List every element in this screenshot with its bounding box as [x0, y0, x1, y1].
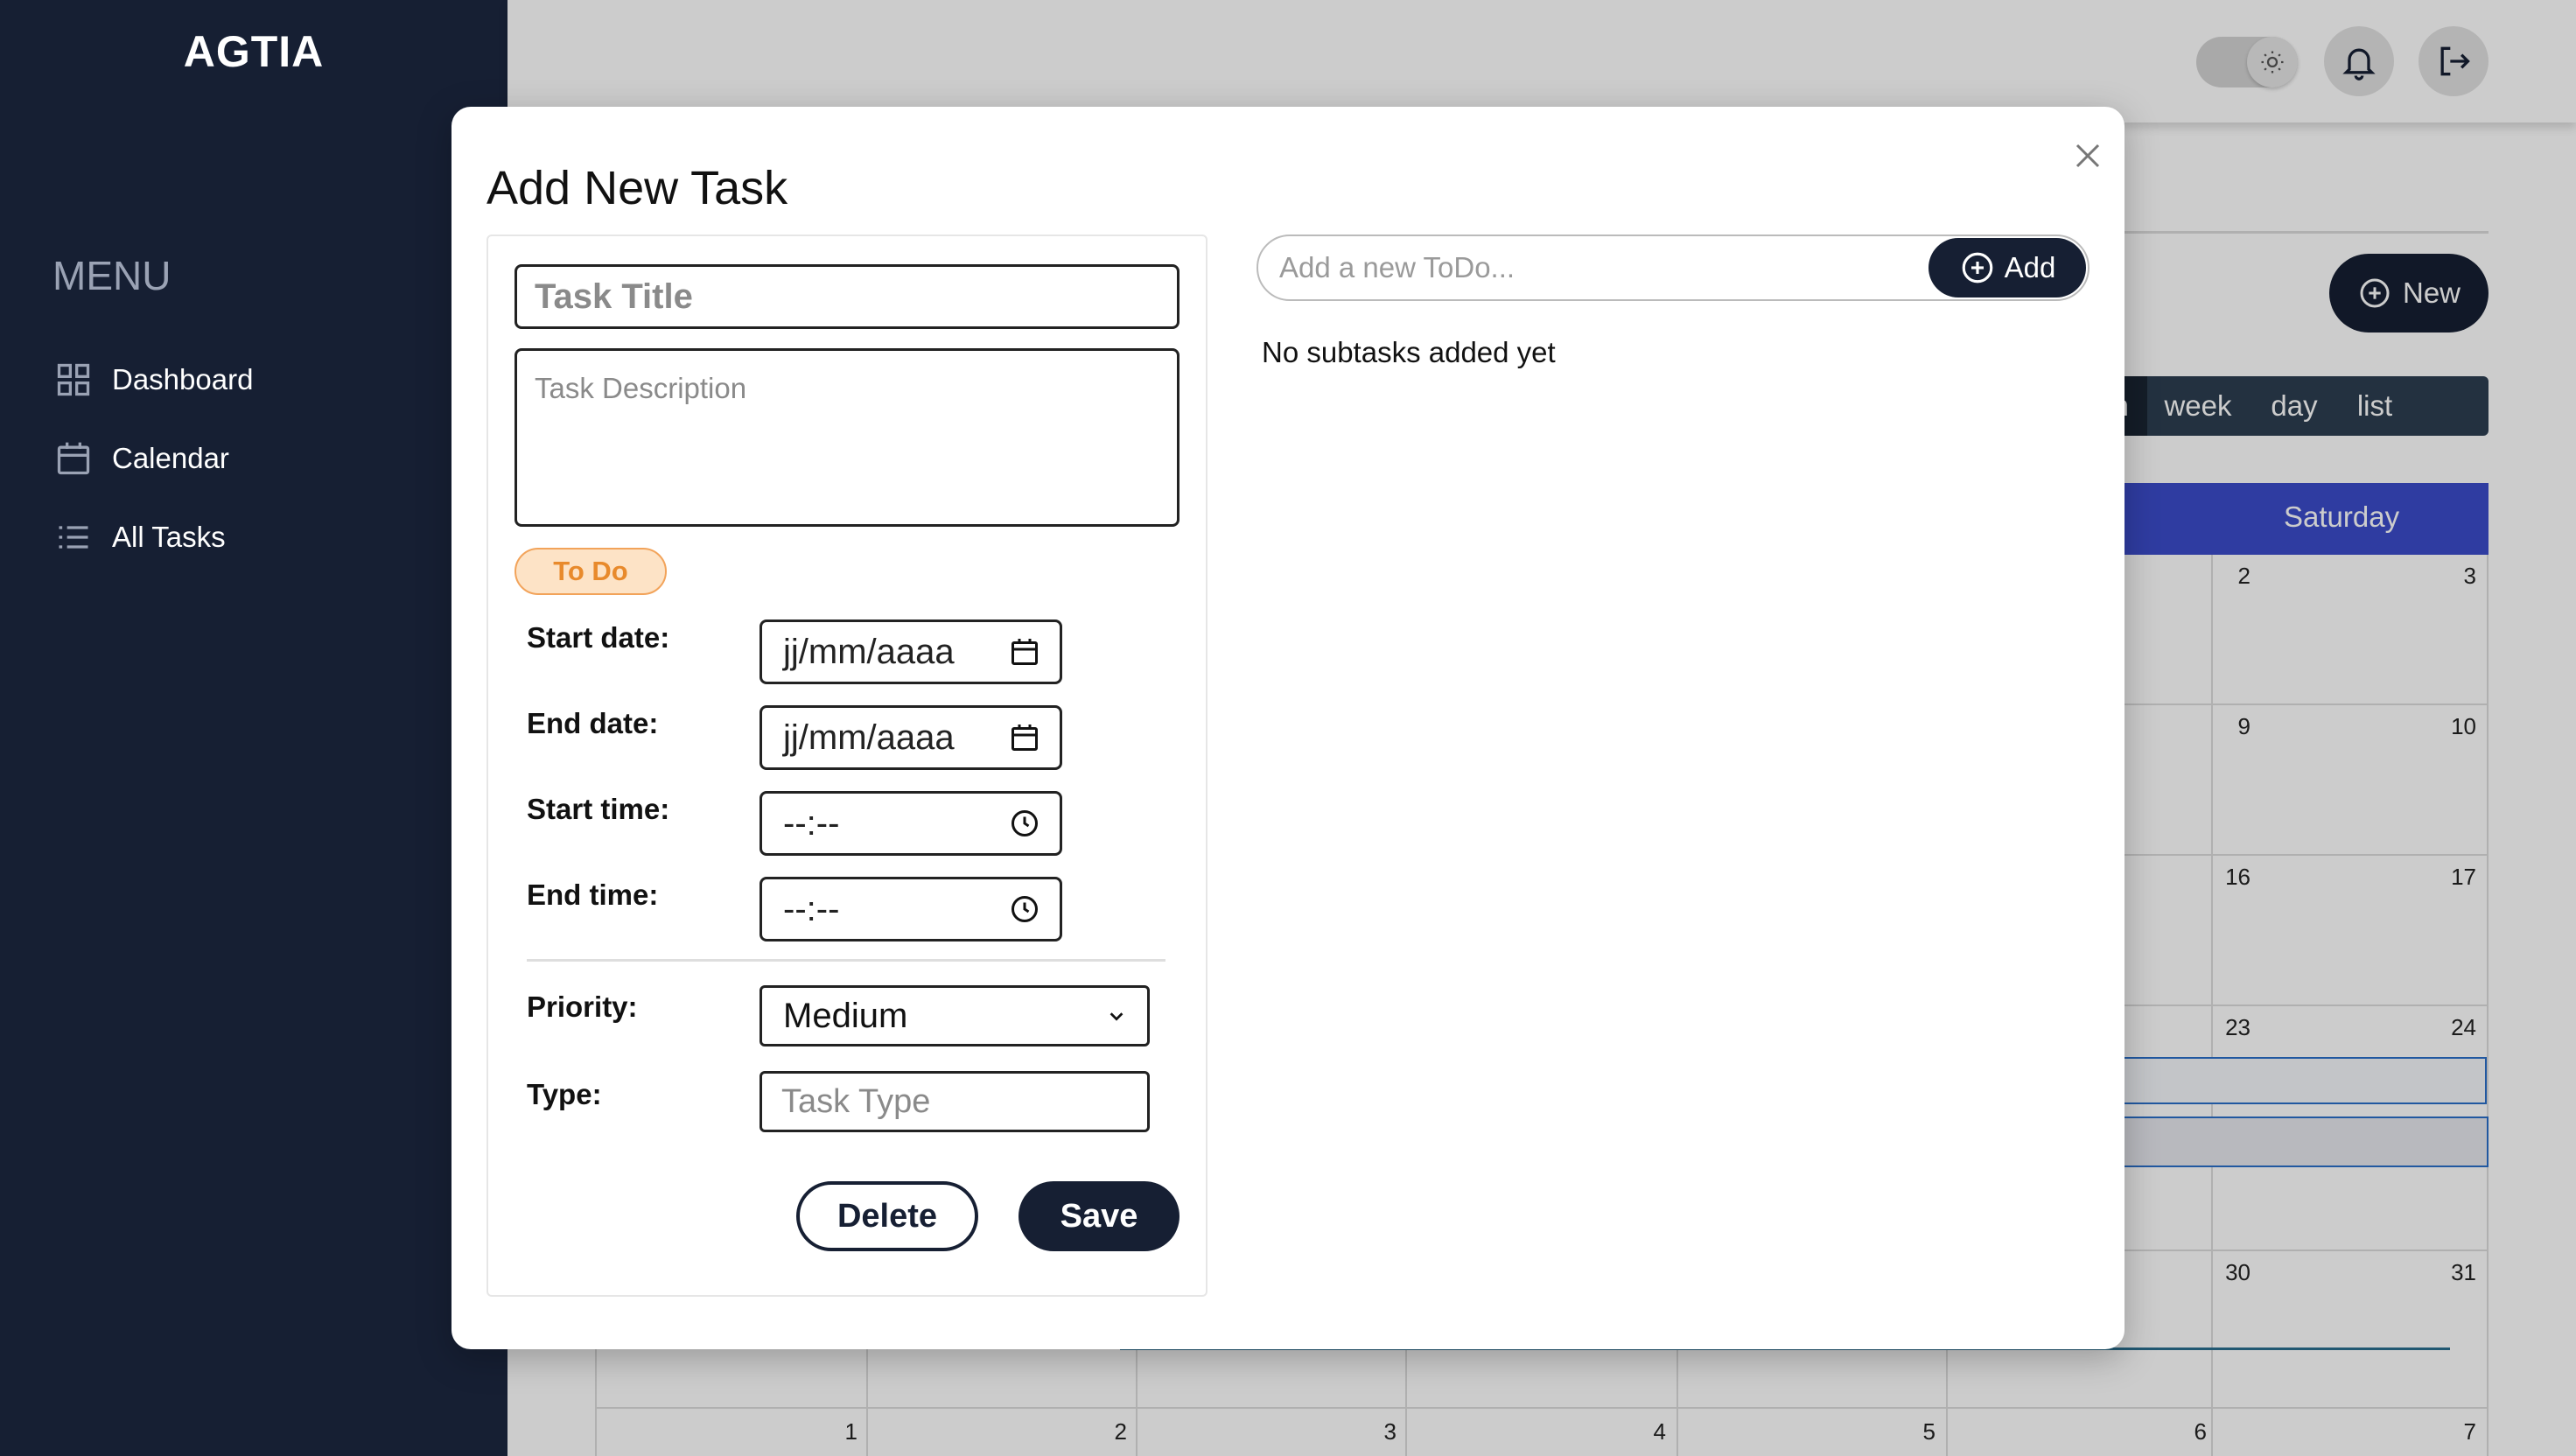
start-date-field[interactable]: jj/mm/aaaa: [760, 620, 1062, 684]
end-time-field[interactable]: --:--: [760, 877, 1062, 942]
subtasks-empty-message: No subtasks added yet: [1262, 336, 1556, 368]
priority-select[interactable]: Medium: [760, 985, 1150, 1046]
task-description-input[interactable]: [514, 348, 1180, 527]
calendar-icon[interactable]: [1009, 722, 1040, 753]
list-icon: [59, 526, 88, 549]
calendar-icon[interactable]: [1009, 636, 1040, 668]
delete-button[interactable]: Delete: [796, 1181, 978, 1251]
start-time-value: --:--: [783, 803, 840, 843]
start-time-field[interactable]: --:--: [760, 791, 1062, 856]
start-time-label: Start time:: [527, 793, 670, 825]
sidebar-item-calendar[interactable]: Calendar: [54, 432, 229, 485]
plus-circle-icon: [1962, 252, 1992, 284]
sidebar: AGTIA MENU Dashboard Calendar All Tasks: [0, 0, 508, 1456]
status-badge[interactable]: To Do: [514, 548, 667, 595]
end-date-value: jj/mm/aaaa: [783, 718, 955, 757]
sidebar-item-label: Calendar: [112, 442, 229, 474]
todo-input[interactable]: [1279, 247, 1944, 289]
grid-icon: [57, 363, 90, 396]
sidebar-item-label: All Tasks: [112, 521, 226, 553]
end-time-label: End time:: [527, 878, 659, 911]
clock-icon[interactable]: [1009, 893, 1040, 925]
form-divider: [527, 959, 1166, 962]
start-date-label: Start date:: [527, 621, 670, 654]
add-todo-button[interactable]: Add: [1928, 238, 2086, 298]
clock-icon[interactable]: [1009, 808, 1040, 839]
sidebar-item-dashboard[interactable]: Dashboard: [54, 354, 253, 406]
priority-label: Priority:: [527, 990, 638, 1023]
task-type-input[interactable]: [760, 1071, 1150, 1132]
start-date-value: jj/mm/aaaa: [783, 632, 955, 671]
menu-title: MENU: [52, 253, 172, 298]
add-task-modal: Add New Task To Do Start date: jj/mm/aaa…: [452, 107, 2124, 1349]
type-label: Type:: [527, 1078, 602, 1110]
end-date-label: End date:: [527, 707, 659, 739]
end-time-value: --:--: [783, 889, 840, 928]
priority-value: Medium: [783, 996, 908, 1035]
sidebar-item-label: Dashboard: [112, 363, 254, 396]
end-date-field[interactable]: jj/mm/aaaa: [760, 705, 1062, 770]
close-icon: [2076, 144, 2100, 168]
calendar-icon: [57, 442, 90, 475]
todo-input-group: Add: [1256, 234, 2090, 301]
close-button[interactable]: [2062, 130, 2114, 182]
task-form: To Do Start date: jj/mm/aaaa End date: j…: [486, 234, 1208, 1297]
sidebar-item-all-tasks[interactable]: All Tasks: [54, 511, 226, 564]
chevron-down-icon: [1110, 1012, 1124, 1021]
task-title-input[interactable]: [514, 264, 1180, 329]
brand-logo: AGTIA: [183, 27, 325, 76]
modal-title: Add New Task: [486, 162, 788, 214]
save-button[interactable]: Save: [1018, 1181, 1180, 1251]
add-todo-label: Add: [2004, 251, 2056, 284]
